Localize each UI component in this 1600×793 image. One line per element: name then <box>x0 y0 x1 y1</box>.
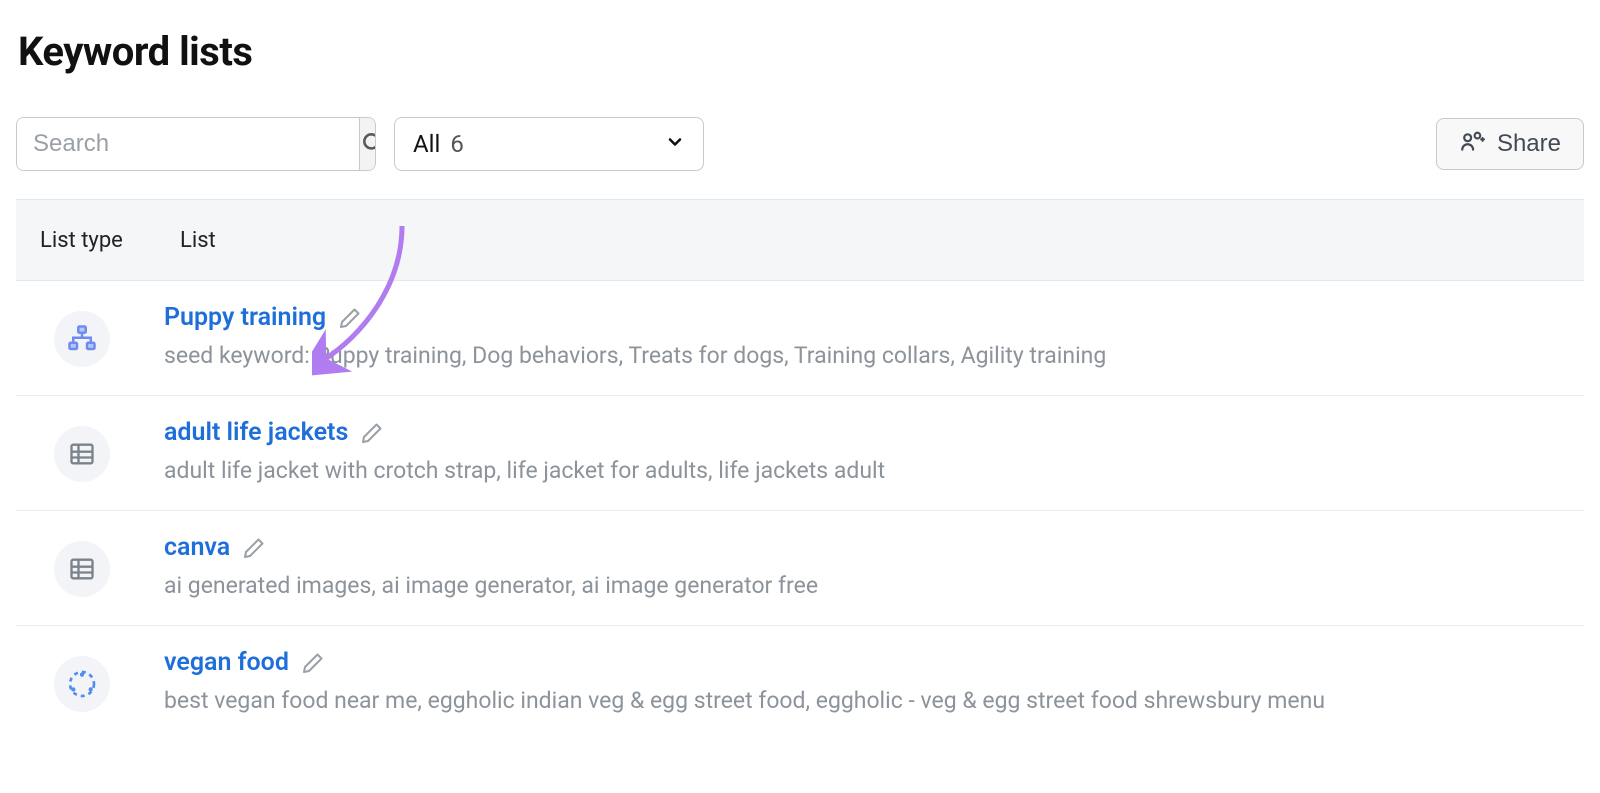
share-label: Share <box>1497 130 1561 158</box>
cluster-icon <box>54 311 110 367</box>
edit-icon[interactable] <box>301 651 325 675</box>
table-icon <box>54 426 110 482</box>
edit-icon[interactable] <box>360 421 384 445</box>
search-input[interactable] <box>17 118 359 170</box>
row-subtitle: adult life jacket with crotch strap, lif… <box>164 455 1560 486</box>
col-header-type: List type <box>40 228 140 253</box>
list-link[interactable]: adult life jackets <box>164 418 348 447</box>
share-icon <box>1459 128 1485 161</box>
table-row: adult life jackets adult life jacket with… <box>16 396 1584 511</box>
edit-icon[interactable] <box>338 306 362 330</box>
col-header-list: List <box>180 228 216 253</box>
row-body: Puppy training seed keyword: Puppy traini… <box>164 303 1560 371</box>
row-subtitle: ai generated images, ai image generator,… <box>164 570 1560 601</box>
table-header: List type List <box>16 199 1584 281</box>
page-title: Keyword lists <box>18 28 1584 75</box>
toolbar: All 6 Share <box>16 117 1584 171</box>
row-body: vegan food best vegan food near me, eggho… <box>164 648 1560 716</box>
filter-count: 6 <box>450 130 464 158</box>
row-body: canva ai generated images, ai image gener… <box>164 533 1560 601</box>
chevron-down-icon <box>665 130 685 158</box>
search-button[interactable] <box>359 118 376 170</box>
table-row: canva ai generated images, ai image gener… <box>16 511 1584 626</box>
filter-dropdown[interactable]: All 6 <box>394 117 704 171</box>
list-link[interactable]: canva <box>164 533 230 562</box>
row-subtitle: seed keyword: Puppy training, Dog behavi… <box>164 340 1560 371</box>
dashed-cluster-icon <box>54 656 110 712</box>
list-link[interactable]: Puppy training <box>164 303 326 332</box>
table-icon <box>54 541 110 597</box>
list-link[interactable]: vegan food <box>164 648 289 677</box>
search-icon <box>360 130 376 159</box>
search-wrap <box>16 117 376 171</box>
table-row: Puppy training seed keyword: Puppy traini… <box>16 281 1584 396</box>
share-button[interactable]: Share <box>1436 118 1584 170</box>
edit-icon[interactable] <box>242 536 266 560</box>
row-body: adult life jackets adult life jacket with… <box>164 418 1560 486</box>
row-subtitle: best vegan food near me, eggholic indian… <box>164 685 1560 716</box>
table-row: vegan food best vegan food near me, eggho… <box>16 626 1584 740</box>
filter-label: All <box>413 130 440 158</box>
